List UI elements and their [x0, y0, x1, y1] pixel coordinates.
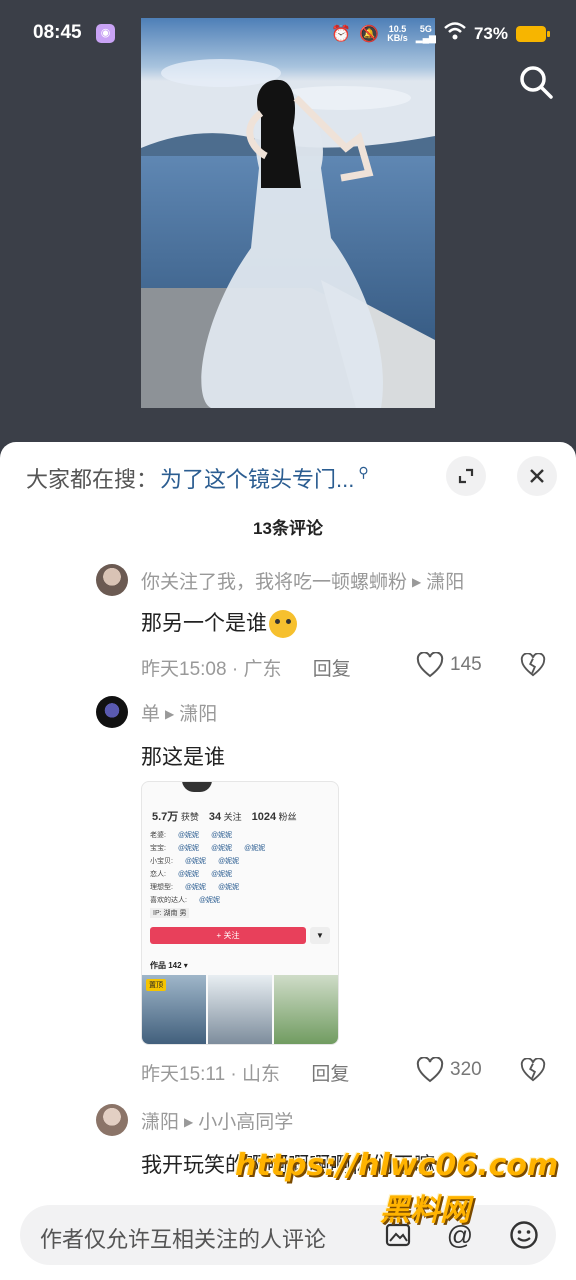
fans-label: 粉丝: [278, 812, 297, 822]
app-notification-icon: ◉: [96, 24, 115, 43]
profile-stats: 5.7万 获赞 34 关注 1024 粉丝: [152, 808, 297, 824]
likes-value: 5.7万: [152, 811, 179, 823]
watermark: https://hlwc06.com 黑料网: [235, 1148, 558, 1229]
search-button[interactable]: [516, 62, 556, 102]
reply-arrow-icon: ▶: [165, 707, 175, 721]
location-tag: IP: 湖南 男: [150, 908, 190, 918]
net-speed-unit: KB/s: [387, 32, 408, 43]
following-value: 34: [208, 811, 222, 823]
comment-header: 你关注了我，我将吃一顿螺蛳粉 ▶ 潇阳: [141, 567, 464, 594]
status-bar: 08:45 ◉ ⏰ 🔕 10.5 KB/s 5G ▂▄▆ 73%: [0, 0, 576, 66]
net-speed: 10.5 KB/s: [387, 24, 408, 43]
video-frame[interactable]: [141, 18, 435, 408]
comment-image[interactable]: 5.7万 获赞 34 关注 1024 粉丝 老婆: @妮妮 @妮妮 宝宝: @妮妮 @妮…: [141, 781, 339, 1045]
reply-target[interactable]: 潇阳: [426, 572, 464, 593]
search-icon: [520, 66, 553, 99]
comment-header: 潇阳 ▶ 小小高同学: [141, 1107, 293, 1134]
likes-label: 获赞: [180, 812, 199, 822]
bio-line: 喜欢的达人: @妮妮: [150, 897, 221, 904]
broken-heart-icon: [520, 1057, 546, 1082]
avatar[interactable]: [96, 1104, 128, 1136]
heart-icon: [416, 652, 444, 678]
work-thumbnail: 置顶: [142, 975, 206, 1044]
comment-author[interactable]: 单: [141, 704, 160, 725]
dislike-button[interactable]: [520, 652, 546, 682]
heart-icon: [416, 1057, 444, 1083]
suggestion-label: 大家都在搜：: [26, 467, 159, 492]
reply-arrow-icon: ▶: [184, 1115, 194, 1129]
close-icon: [530, 469, 544, 483]
suggestion-search-icon: ⚲: [358, 463, 369, 480]
reply-arrow-icon: ▶: [412, 575, 422, 589]
comment-body: 那另一个是谁: [141, 612, 267, 635]
comment-header: 单 ▶ 潇阳: [141, 699, 217, 726]
avatar[interactable]: [96, 564, 128, 596]
dislike-button[interactable]: [520, 1057, 546, 1087]
suggestion-query[interactable]: 为了这个镜头专门...: [160, 462, 354, 494]
comment-author[interactable]: 你关注了我，我将吃一顿螺蛳粉: [141, 572, 407, 593]
wifi-icon: [444, 22, 466, 45]
reply-button[interactable]: 回复: [311, 1064, 349, 1085]
bio-line: 恋人: @妮妮 @妮妮: [150, 871, 233, 878]
bio-line: 老婆: @妮妮 @妮妮: [150, 832, 233, 839]
expand-button[interactable]: [446, 456, 486, 496]
battery-icon: [516, 25, 550, 42]
work-thumbnail: [274, 975, 338, 1044]
battery-level: 73%: [473, 23, 508, 43]
video-area[interactable]: 08:45 ◉ ⏰ 🔕 10.5 KB/s 5G ▂▄▆ 73%: [0, 0, 576, 445]
following-label: 关注: [223, 812, 242, 822]
comment-location: 广东: [243, 659, 282, 680]
pinned-badge: 置顶: [146, 979, 166, 991]
work-thumbnail: [208, 975, 272, 1044]
bio-line: 小宝贝: @妮妮 @妮妮: [150, 858, 240, 865]
comment-time: 昨天15:11: [141, 1064, 226, 1085]
bio-line: 理想型: @妮妮 @妮妮: [150, 884, 240, 891]
follow-button: + 关注: [150, 927, 306, 944]
more-icon: ▼: [310, 927, 330, 944]
fans-value: 1024: [251, 811, 277, 823]
reply-button[interactable]: 回复: [313, 659, 351, 680]
profile-avatar: [182, 782, 212, 792]
comment-count: 13条评论: [253, 519, 323, 538]
comment-author[interactable]: 潇阳: [141, 1112, 179, 1133]
network-type: 5G ▂▄▆: [415, 24, 436, 43]
broken-heart-icon: [520, 652, 546, 677]
comment-text: 那另一个是谁: [141, 607, 297, 639]
comment-text: 那这是谁: [141, 746, 225, 769]
comment-meta: 昨天15:11 · 山东 回复: [141, 1064, 350, 1085]
video-image: [141, 18, 435, 408]
close-button[interactable]: [517, 456, 557, 496]
like-count: 320: [450, 1059, 482, 1080]
comment-item: 单 ▶ 潇阳 那这是谁 5.7万 获赞 34 关注 1024 粉丝 老婆: @妮妮 @妮…: [96, 696, 556, 1096]
like-count: 145: [450, 654, 482, 675]
avatar[interactable]: [96, 696, 128, 728]
expand-icon: [458, 468, 474, 484]
comment-item: 你关注了我，我将吃一顿螺蛳粉 ▶ 潇阳 那另一个是谁 昨天15:08 · 广东 回复…: [96, 564, 556, 684]
signal-icon: ▂▄▆: [415, 32, 436, 43]
status-time: 08:45: [33, 22, 82, 43]
comment-time: 昨天15:08: [141, 659, 227, 680]
works-count: 作品 142 ▾: [150, 961, 188, 970]
bio-line: 宝宝: @妮妮 @妮妮 @妮妮: [150, 845, 266, 852]
watermark-name: 黑料网: [380, 1193, 470, 1228]
reply-target[interactable]: 潇阳: [179, 704, 217, 725]
comment-meta: 昨天15:08 · 广东 回复: [141, 659, 351, 680]
search-suggestion[interactable]: 大家都在搜： 为了这个镜头专门... ⚲: [26, 462, 369, 494]
reply-target[interactable]: 小小高同学: [198, 1112, 293, 1133]
like-button[interactable]: 145: [416, 652, 482, 678]
drooling-face-icon: [269, 610, 297, 639]
watermark-url: https://hlwc06.com: [235, 1148, 559, 1183]
like-button[interactable]: 320: [416, 1057, 482, 1083]
comment-location: 山东: [242, 1064, 281, 1085]
alarm-icon: ⏰: [331, 25, 352, 43]
mute-icon: 🔕: [359, 25, 380, 43]
status-icons: ⏰ 🔕 10.5 KB/s 5G ▂▄▆ 73%: [331, 22, 550, 45]
